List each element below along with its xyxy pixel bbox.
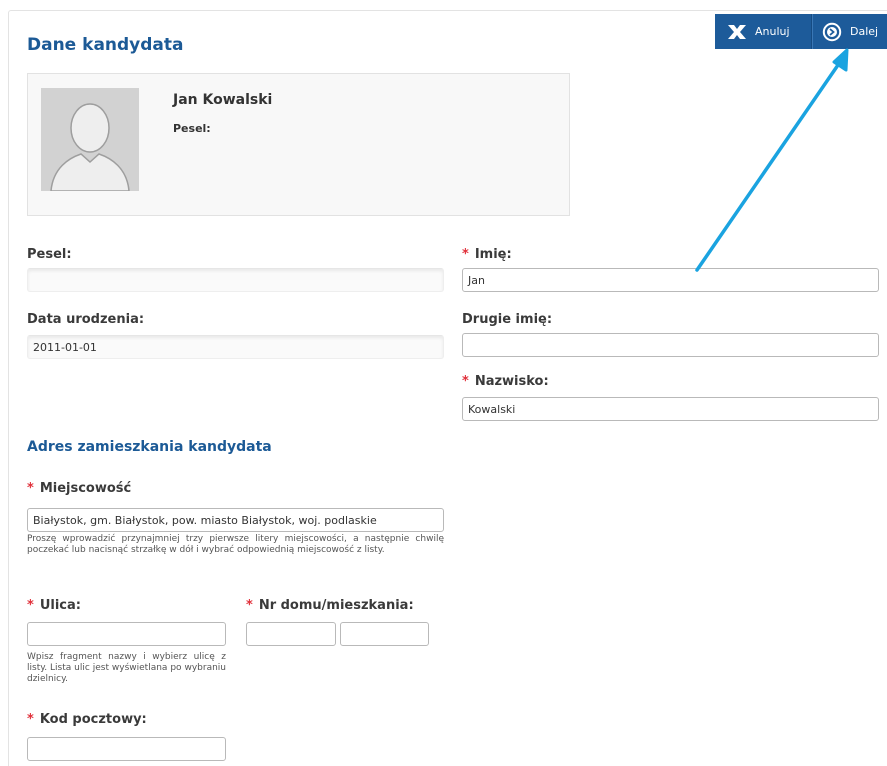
house-number-label: * Nr domu/mieszkania:: [246, 598, 414, 613]
page-title: Dane kandydata: [27, 35, 184, 55]
street-label: * Ulica:: [27, 598, 81, 613]
first-name-label: * Imię:: [462, 247, 512, 262]
city-field[interactable]: Białystok, gm. Białystok, pow. miasto Bi…: [27, 508, 444, 532]
last-name-field[interactable]: Kowalski: [462, 397, 879, 421]
postal-code-label: * Kod pocztowy:: [27, 712, 147, 727]
birth-date-field[interactable]: 2011-01-01: [27, 335, 444, 359]
required-mark: *: [27, 712, 34, 727]
required-mark: *: [27, 481, 34, 496]
street-field[interactable]: [27, 622, 226, 646]
close-icon: [728, 24, 746, 39]
cancel-button-label: Anuluj: [755, 25, 790, 38]
house-number-field[interactable]: [246, 622, 336, 646]
person-silhouette-icon: [41, 88, 139, 191]
next-button-label: Dalej: [850, 25, 879, 38]
candidate-pesel-label: Pesel:: [173, 122, 211, 135]
city-label: * Miejscowość: [27, 481, 131, 496]
flat-number-field[interactable]: [340, 622, 429, 646]
city-label-text: Miejscowość: [39, 481, 132, 496]
required-mark: *: [462, 247, 469, 262]
last-name-label: * Nazwisko:: [462, 374, 549, 389]
second-name-label: Drugie imię:: [462, 312, 553, 327]
last-name-label-text: Nazwisko:: [474, 374, 549, 389]
street-label-text: Ulica:: [39, 598, 81, 613]
arrow-circle-right-icon: [822, 22, 842, 41]
first-name-field[interactable]: Jan: [462, 268, 879, 292]
pesel-field[interactable]: [27, 268, 444, 292]
first-name-label-text: Imię:: [474, 247, 512, 262]
cancel-button[interactable]: Anuluj: [715, 14, 812, 49]
action-toolbar: Anuluj Dalej: [715, 14, 887, 49]
candidate-card: Jan Kowalski Pesel:: [27, 73, 570, 216]
house-number-label-text: Nr domu/mieszkania:: [258, 598, 414, 613]
city-help-text: Proszę wprowadzić przynajmniej trzy pier…: [27, 534, 444, 555]
required-mark: *: [462, 374, 469, 389]
candidate-name: Jan Kowalski: [173, 92, 273, 108]
street-help-text: Wpisz fragment nazwy i wybierz ulicę z l…: [27, 652, 226, 684]
avatar: [41, 88, 139, 191]
next-button[interactable]: Dalej: [812, 14, 887, 49]
second-name-field[interactable]: [462, 333, 879, 357]
postal-code-label-text: Kod pocztowy:: [39, 712, 147, 727]
postal-code-field[interactable]: [27, 737, 226, 761]
address-section-title: Adres zamieszkania kandydata: [27, 439, 272, 455]
required-mark: *: [246, 598, 253, 613]
pesel-label: Pesel:: [27, 247, 72, 262]
birth-date-label: Data urodzenia:: [27, 312, 145, 327]
required-mark: *: [27, 598, 34, 613]
